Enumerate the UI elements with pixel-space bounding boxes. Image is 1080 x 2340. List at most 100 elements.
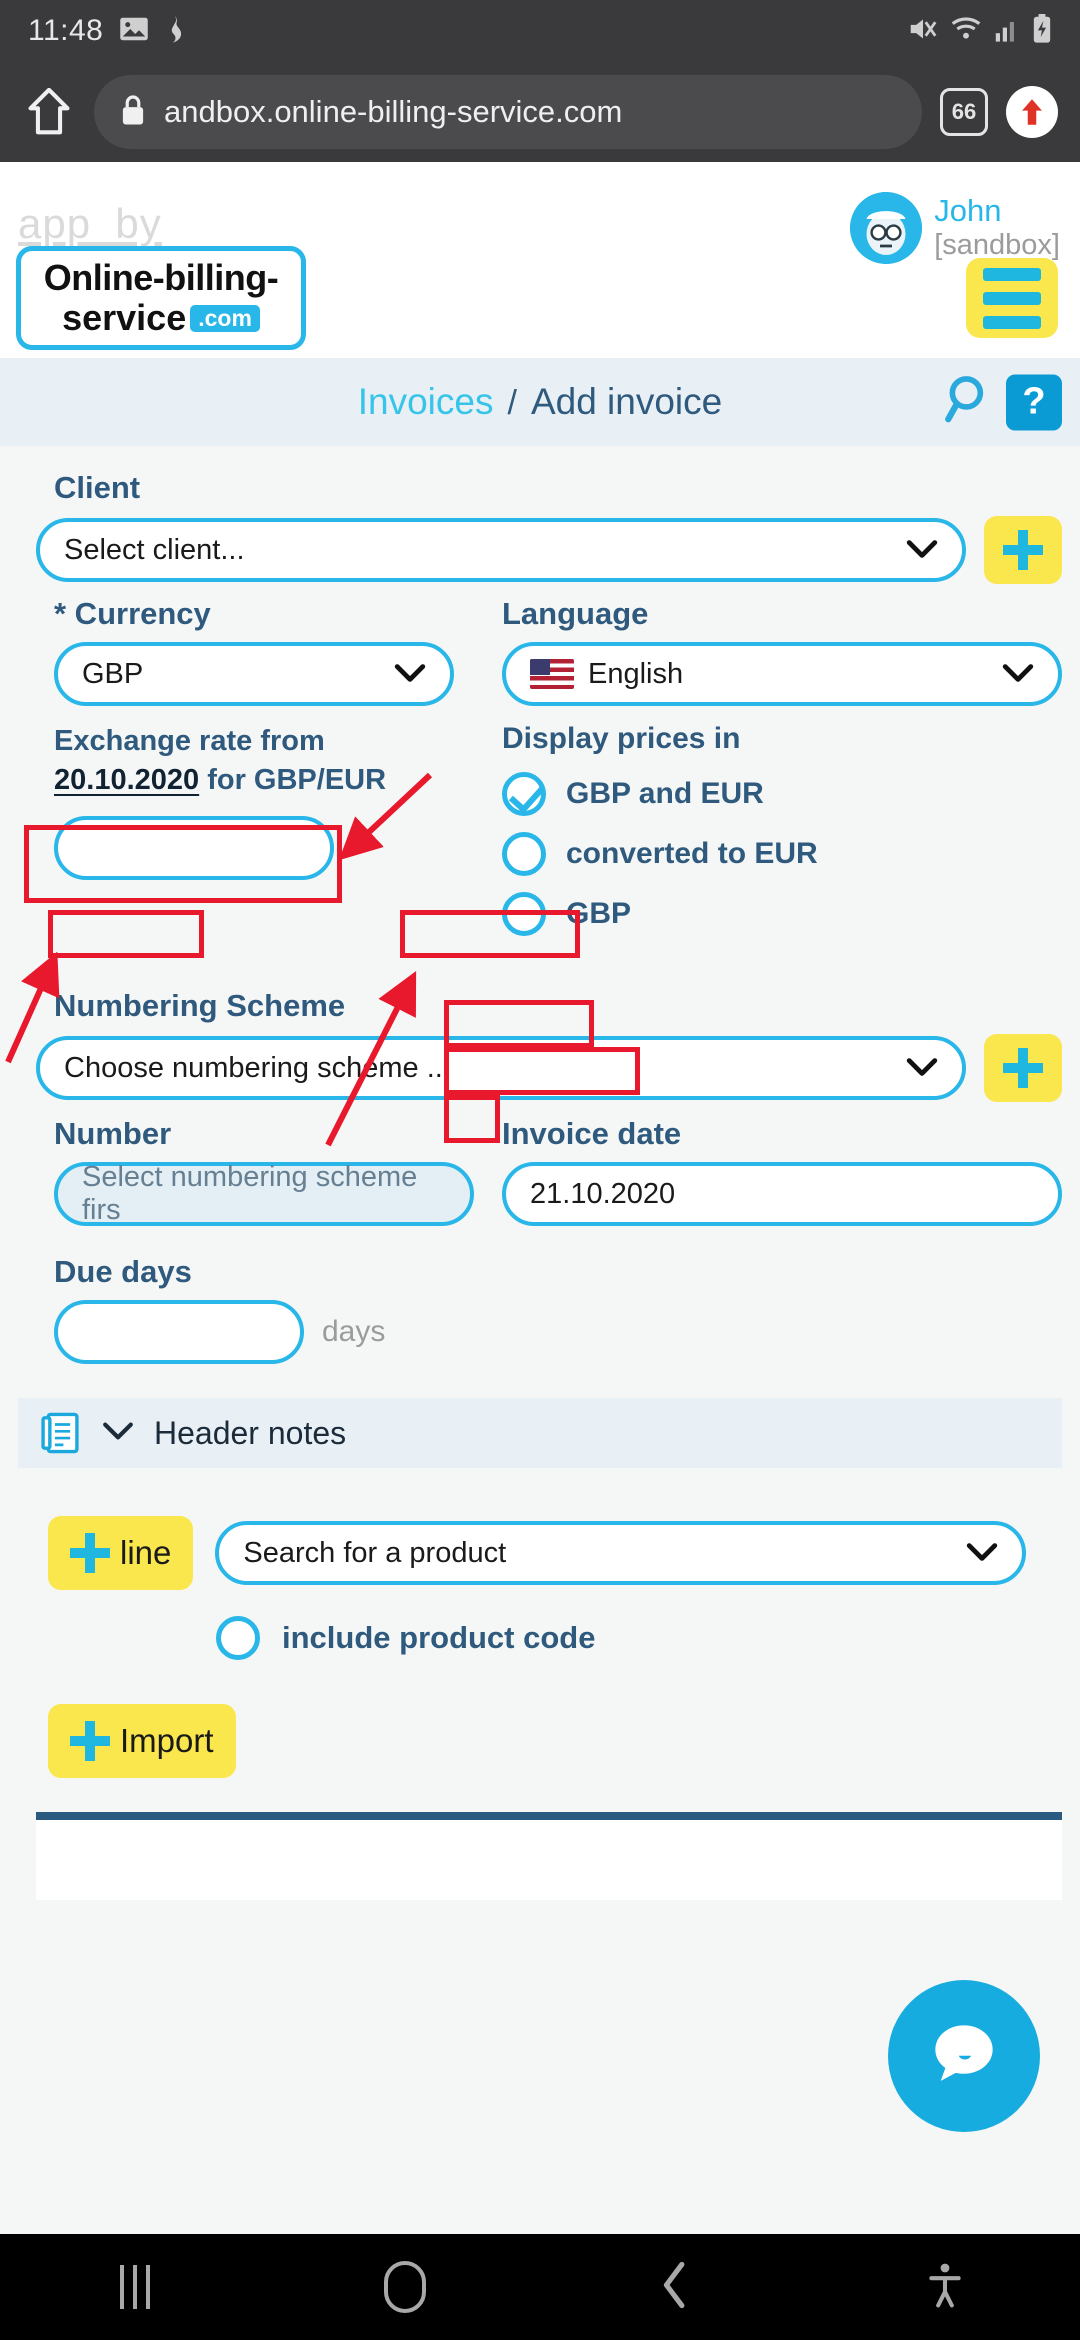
radio-checked-icon[interactable] — [502, 772, 546, 816]
hamburger-menu-button[interactable] — [966, 258, 1058, 338]
nav-home-button[interactable] — [270, 2261, 540, 2313]
breadcrumb-link-invoices[interactable]: Invoices — [358, 381, 494, 423]
scan-icon — [161, 14, 187, 49]
display-option-gbp-and-eur[interactable]: GBP and EUR — [502, 772, 1062, 816]
language-select-value: English — [588, 657, 684, 690]
brand-logo[interactable]: Online-billing- service .com — [16, 246, 306, 350]
chevron-down-icon — [394, 658, 426, 691]
invoice-date-input[interactable]: 21.10.2020 — [502, 1162, 1062, 1226]
product-search-select[interactable]: Search for a product — [215, 1521, 1026, 1585]
notes-icon — [38, 1411, 82, 1455]
section-divider — [36, 1812, 1062, 1820]
radio-unchecked-icon[interactable] — [502, 892, 546, 936]
browser-home-button[interactable] — [22, 88, 76, 136]
nav-back-button[interactable] — [540, 2261, 810, 2314]
line-items-panel — [36, 1820, 1062, 1900]
add-line-button[interactable]: line — [48, 1516, 194, 1590]
plus-icon — [70, 1533, 110, 1573]
home-circle-icon — [384, 2261, 426, 2313]
invoice-date-label: Invoice date — [502, 1116, 682, 1151]
chevron-down-icon — [966, 1537, 998, 1570]
header-notes-label: Header notes — [154, 1414, 347, 1451]
browser-url-bar[interactable]: andbox.online-billing-service.com — [94, 75, 922, 149]
url-text: andbox.online-billing-service.com — [164, 94, 623, 129]
brand-logo-line2: service — [62, 297, 187, 338]
numbering-scheme-value: Choose numbering scheme ... — [64, 1051, 451, 1084]
user-name: John — [934, 193, 1002, 229]
nav-accessibility-button[interactable] — [810, 2261, 1080, 2314]
add-client-button[interactable] — [984, 516, 1062, 584]
exchange-rate-input[interactable] — [54, 816, 334, 881]
exchange-rate-description: Exchange rate from 20.10.2020 for GBP/EU… — [54, 722, 488, 800]
radio-unchecked-icon[interactable] — [502, 832, 546, 876]
help-button[interactable]: ? — [1006, 374, 1062, 430]
numbering-scheme-select[interactable]: Choose numbering scheme ... — [36, 1036, 966, 1100]
status-bar-notification-icons — [119, 14, 187, 49]
display-prices-radio-group: GBP and EUR converted to EUR GBP — [502, 772, 1062, 936]
recents-icon — [120, 2265, 150, 2309]
display-option-converted-to-eur[interactable]: converted to EUR — [502, 832, 1062, 876]
chat-support-button[interactable] — [888, 1980, 1040, 2132]
currency-select-value: GBP — [82, 657, 144, 690]
browser-menu-button[interactable] — [1006, 86, 1058, 138]
exchange-rate-label: Exchange rate — [54, 725, 253, 757]
import-label: Import — [120, 1722, 214, 1759]
us-flag-icon — [530, 659, 574, 689]
radio-unchecked-icon[interactable] — [216, 1616, 260, 1660]
plus-icon — [1003, 530, 1043, 570]
avatar — [850, 192, 923, 264]
exchange-rate-date[interactable]: 20.10.2020 — [54, 764, 199, 796]
language-label: Language — [502, 596, 649, 631]
add-invoice-form: Client Select client... * Currency GBP E… — [0, 446, 1080, 1900]
app-by-watermark: app_by — [18, 200, 162, 247]
display-prices-in-label: Display prices in — [502, 722, 741, 755]
display-option-gbp[interactable]: GBP — [502, 892, 1062, 936]
hamburger-icon-bar — [983, 267, 1041, 281]
add-numbering-scheme-button[interactable] — [984, 1034, 1062, 1102]
client-label: Client — [54, 470, 141, 505]
chevron-down-icon[interactable] — [102, 1421, 134, 1446]
invoice-date-value: 21.10.2020 — [530, 1177, 676, 1210]
chevron-down-icon — [906, 1052, 938, 1085]
language-select[interactable]: English — [502, 642, 1062, 706]
brand-logo-line1: Online-billing- — [43, 257, 279, 298]
accessibility-icon — [928, 2261, 962, 2314]
include-product-code-row[interactable]: include product code — [216, 1616, 1080, 1660]
number-input-placeholder: Select numbering scheme firs — [82, 1161, 418, 1226]
client-select[interactable]: Select client... — [36, 518, 966, 582]
tab-counter-button[interactable]: 66 — [940, 88, 988, 136]
plus-icon — [70, 1721, 110, 1761]
search-icon[interactable] — [940, 372, 996, 433]
breadcrumb-current-page: Add invoice — [530, 381, 723, 422]
exchange-rate-from-text: from — [252, 725, 325, 757]
currency-label: * Currency — [54, 596, 211, 631]
breadcrumb-separator: / — [507, 384, 517, 422]
display-option-label: GBP and EUR — [566, 777, 764, 810]
user-environment-label: [sandbox] — [934, 229, 1060, 262]
import-button[interactable]: Import — [48, 1704, 236, 1778]
header-notes-section[interactable]: Header notes — [18, 1398, 1062, 1468]
nav-recents-button[interactable] — [0, 2265, 270, 2309]
due-days-unit: days — [322, 1315, 386, 1348]
android-navigation-bar — [0, 2234, 1080, 2340]
signal-icon — [994, 15, 1020, 48]
numbering-scheme-label: Numbering Scheme — [54, 988, 346, 1023]
due-days-input[interactable] — [54, 1300, 304, 1364]
user-account-block[interactable]: John [sandbox] — [850, 192, 1060, 264]
due-days-label: Due days — [54, 1254, 192, 1289]
number-label: Number — [54, 1116, 172, 1151]
hamburger-icon-bar — [983, 291, 1041, 305]
mute-icon — [908, 15, 938, 48]
plus-icon — [1003, 1048, 1043, 1088]
number-input[interactable]: Select numbering scheme firs — [54, 1161, 474, 1226]
display-option-label: converted to EUR — [566, 837, 818, 870]
wifi-icon — [950, 15, 982, 48]
brand-logo-tld: .com — [190, 304, 260, 332]
battery-charging-icon — [1032, 13, 1052, 49]
android-status-bar: 11:48 — [0, 0, 1080, 62]
client-select-value: Select client... — [64, 533, 245, 566]
currency-select[interactable]: GBP — [54, 642, 454, 706]
chevron-down-icon — [1002, 658, 1034, 691]
status-bar-clock: 11:48 — [28, 14, 104, 47]
add-line-label: line — [120, 1534, 172, 1571]
